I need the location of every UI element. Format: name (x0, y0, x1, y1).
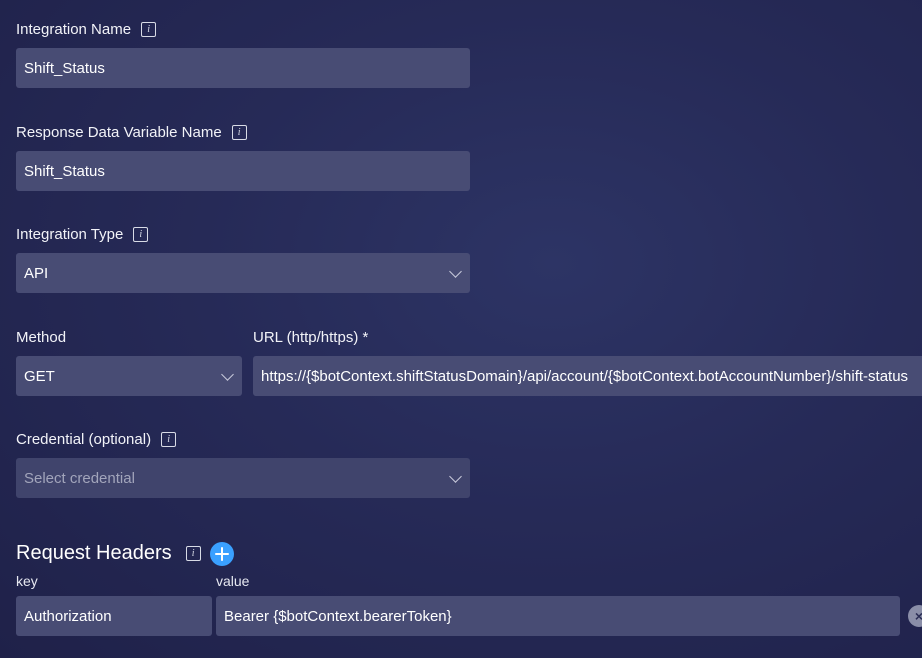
method-label-text: Method (16, 329, 67, 346)
credential-label-text: Credential (optional) (16, 431, 152, 448)
integration-type-value: API (24, 264, 49, 282)
integration-type-select[interactable]: API (16, 253, 470, 293)
info-icon[interactable]: i (161, 432, 177, 447)
add-header-button[interactable] (210, 542, 234, 566)
url-value: https://{$botContext.shiftStatusDomain}/… (261, 367, 909, 385)
info-icon[interactable]: i (231, 125, 247, 140)
response-variable-label: Response Data Variable Name i (16, 124, 247, 141)
credential-select[interactable]: Select credential (16, 458, 470, 498)
credential-placeholder: Select credential (24, 469, 135, 487)
response-variable-input[interactable]: Shift_Status (16, 151, 470, 191)
info-icon[interactable]: i (141, 22, 157, 37)
header-value-label: value (216, 573, 250, 589)
integration-name-label-text: Integration Name (16, 21, 132, 38)
request-headers-title: Request Headers i (16, 542, 201, 565)
method-select[interactable]: GET (16, 356, 242, 396)
header-key-value: Authorization (24, 607, 112, 625)
chevron-down-icon (449, 470, 462, 483)
integration-name-input[interactable]: Shift_Status (16, 48, 470, 88)
response-variable-value: Shift_Status (24, 162, 105, 180)
chevron-down-icon (221, 368, 234, 381)
header-value-value: Bearer {$botContext.bearerToken} (224, 607, 452, 625)
url-label: URL (http/https) * (253, 329, 368, 346)
method-label: Method (16, 329, 66, 346)
method-value: GET (24, 367, 55, 385)
header-value-input[interactable]: Bearer {$botContext.bearerToken} (216, 596, 900, 636)
response-variable-label-text: Response Data Variable Name (16, 124, 222, 141)
chevron-down-icon (449, 265, 462, 278)
integration-name-label: Integration Name i (16, 21, 157, 38)
request-headers-title-text: Request Headers (16, 542, 172, 564)
integration-name-value: Shift_Status (24, 59, 105, 77)
integration-type-label: Integration Type i (16, 226, 149, 243)
remove-header-button[interactable]: × (908, 605, 922, 627)
header-key-label: key (16, 573, 38, 589)
integration-type-label-text: Integration Type (16, 226, 124, 243)
info-icon[interactable]: i (185, 546, 201, 561)
url-input[interactable]: https://{$botContext.shiftStatusDomain}/… (253, 356, 922, 396)
credential-label: Credential (optional) i (16, 431, 177, 448)
header-key-input[interactable]: Authorization (16, 596, 212, 636)
url-label-text: URL (http/https) * (253, 329, 369, 346)
info-icon[interactable]: i (133, 227, 149, 242)
